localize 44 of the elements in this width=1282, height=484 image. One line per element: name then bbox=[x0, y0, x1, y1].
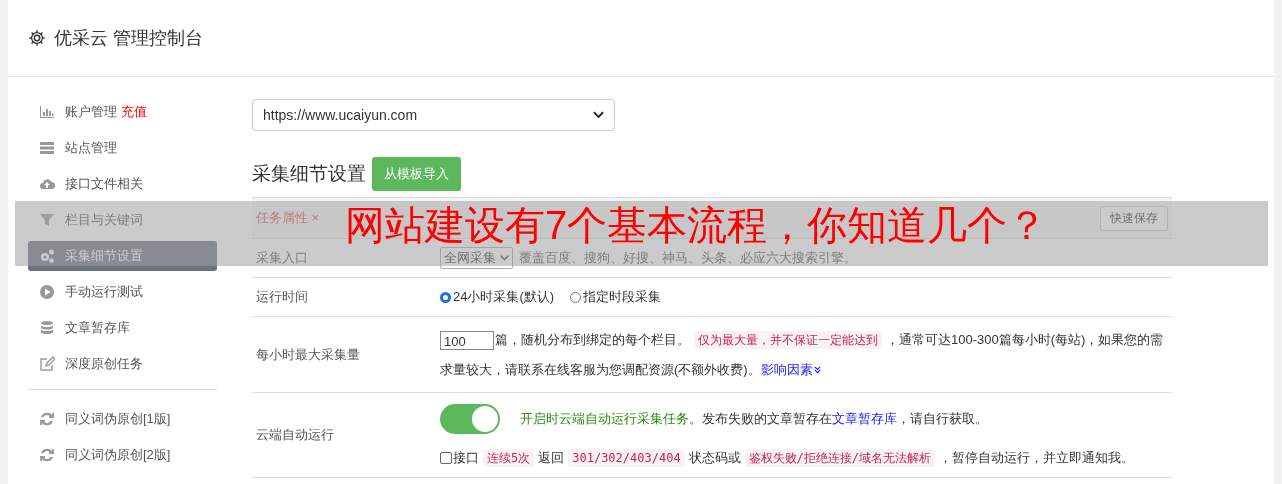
row-label: 云端自动运行 bbox=[255, 426, 335, 444]
sidebar-item[interactable]: 账户管理 充值 bbox=[28, 97, 217, 127]
radio-button[interactable] bbox=[440, 291, 451, 303]
console-title: 优采云 管理控制台 bbox=[54, 27, 203, 50]
section-title: 采集细节设置 bbox=[252, 162, 366, 186]
radio-option[interactable]: 24小时采集(默认) bbox=[440, 288, 555, 306]
chevron-down-icon bbox=[593, 111, 604, 119]
cloud-upload-icon bbox=[39, 176, 55, 192]
toggle-switch[interactable] bbox=[440, 404, 500, 434]
storage-link[interactable]: 文章暂存库 bbox=[832, 411, 897, 426]
row-label: 运行时间 bbox=[255, 288, 309, 306]
number-field[interactable]: 100 bbox=[440, 331, 494, 351]
chevron-down-icon bbox=[500, 255, 509, 261]
row-label: 采集入口 bbox=[255, 249, 309, 267]
sidebar-item[interactable]: 手动运行测试 bbox=[28, 277, 217, 307]
description-text: 开启时云端自动运行采集任务。发布失败的文章暂存在文章暂存库，请自行获取。 bbox=[520, 410, 988, 428]
note-text: 覆盖百度、搜狗、好搜、神马、头条、必应六大搜索引擎。 bbox=[519, 249, 857, 267]
task-properties-label: 任务属性 × bbox=[256, 209, 320, 227]
gears-icon bbox=[39, 248, 55, 264]
edit-icon bbox=[39, 356, 55, 372]
sidebar-item[interactable]: 深度原创任务 bbox=[28, 349, 217, 379]
sidebar-item[interactable]: 同义词伪原创[2版] bbox=[28, 440, 217, 470]
filter-icon bbox=[39, 212, 55, 228]
description-text: 100 篇，随机分布到绑定的每个栏目。 仅为最大量，并不保证一定能达到 ，通常可达100-300篇每小时(每站)，如果您的需求量较大，请联系在线客服为您调配资源(不额外收费)。影响因素 bbox=[440, 330, 1165, 379]
play-icon bbox=[39, 284, 55, 300]
sidebar-item[interactable]: 站点管理 bbox=[28, 133, 217, 163]
recharge-link[interactable]: 充值 bbox=[121, 103, 147, 121]
gear-icon bbox=[28, 29, 46, 47]
factors-link[interactable]: 影响因素 bbox=[760, 362, 822, 377]
sidebar-item[interactable]: 接口文件相关 bbox=[28, 169, 217, 199]
banner-headline: 网站建设有7个基本流程，你知道几个？ bbox=[345, 205, 1048, 245]
sidebar-item[interactable]: 同义词伪原创[1版] bbox=[28, 404, 217, 434]
bar-chart-icon bbox=[39, 104, 55, 120]
database-icon bbox=[39, 320, 55, 336]
sidebar-item[interactable]: 文章暂存库 bbox=[28, 313, 217, 343]
refresh-icon bbox=[39, 411, 55, 427]
notify-option-text: 接口 连续5次 返回 301/302/403/404 状态码或 鉴权失败/拒绝连接/域名无法解析 ，暂停自动运行，并立即通知我。 bbox=[453, 449, 1135, 467]
site-select[interactable]: https://www.ucaiyun.com bbox=[252, 99, 615, 131]
row-label: 每小时最大采集量 bbox=[255, 345, 361, 364]
refresh-icon bbox=[39, 447, 55, 463]
server-icon bbox=[39, 140, 55, 156]
checkbox[interactable] bbox=[440, 452, 452, 464]
chevrons-down-icon bbox=[812, 365, 822, 374]
radio-option[interactable]: 指定时段采集 bbox=[570, 288, 662, 306]
